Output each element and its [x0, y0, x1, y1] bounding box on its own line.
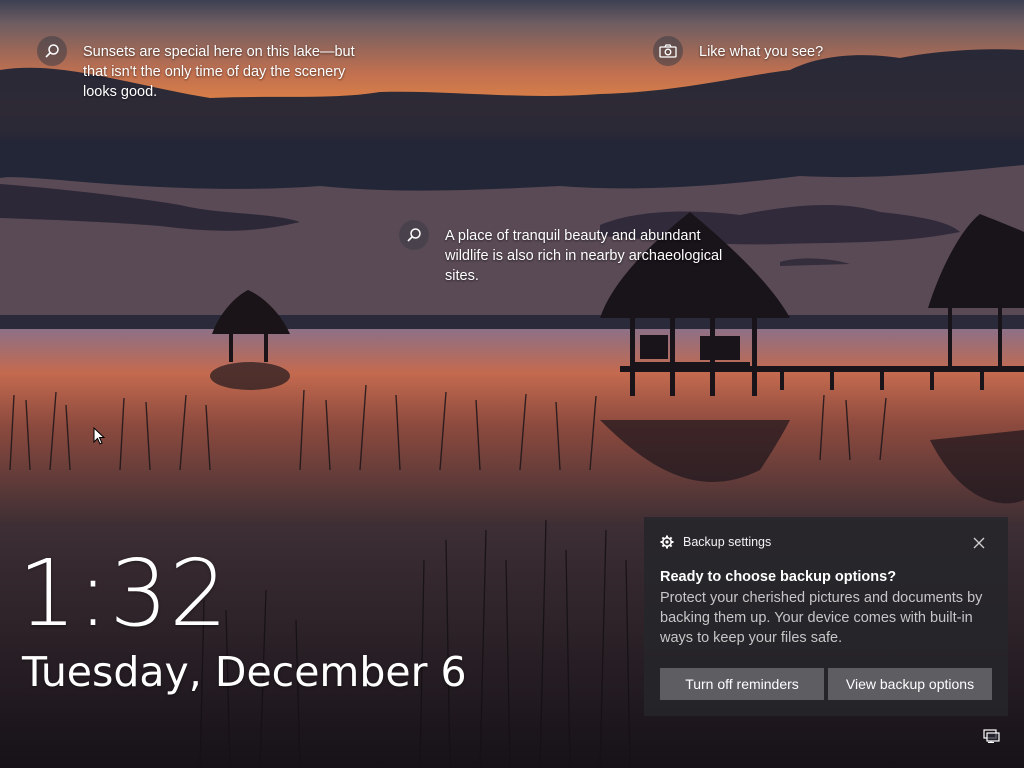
mouse-cursor-icon [93, 427, 105, 445]
camera-icon [653, 36, 683, 66]
spotlight-hint-text: Like what you see? [699, 44, 824, 60]
backup-toast-notification[interactable]: Backup settings Ready to choose backup o… [644, 517, 1008, 716]
network-icon[interactable] [983, 729, 1001, 743]
lockscreen-time: 1:32 [18, 540, 229, 647]
toast-title: Ready to choose backup options? [660, 569, 897, 585]
close-icon[interactable] [970, 534, 988, 552]
toast-header: Backup settings [660, 535, 771, 549]
spotlight-hint-sunsets[interactable]: Sunsets are special here on this lake—bu… [37, 36, 373, 102]
view-backup-options-button[interactable]: View backup options [828, 668, 992, 700]
lockscreen-date: Tuesday, December 6 [22, 648, 467, 696]
toast-app-name: Backup settings [683, 535, 772, 549]
search-icon [399, 220, 429, 250]
spotlight-like-prompt[interactable]: Like what you see? [653, 36, 879, 66]
spotlight-hint-text: A place of tranquil beauty and abundant … [445, 228, 723, 284]
spotlight-hint-archaeology[interactable]: A place of tranquil beauty and abundant … [399, 220, 735, 286]
spotlight-hint-text: Sunsets are special here on this lake—bu… [83, 44, 355, 100]
gear-icon [660, 535, 674, 549]
search-icon [37, 36, 67, 66]
toast-body: Protect your cherished pictures and docu… [660, 590, 983, 646]
turn-off-reminders-button[interactable]: Turn off reminders [660, 668, 824, 700]
